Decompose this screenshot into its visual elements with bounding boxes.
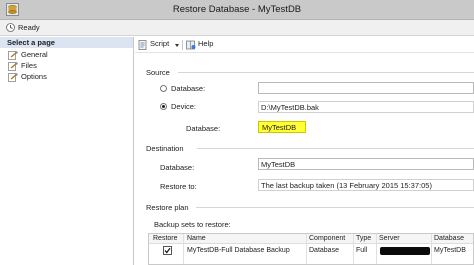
- backup-sets-grid: Restore Name Component Type Server Datab…: [148, 233, 474, 265]
- wrench-page-icon: [8, 51, 18, 60]
- restore-plan-section-label: Restore plan: [146, 203, 189, 212]
- type-cell: Full: [356, 247, 368, 254]
- backup-name-cell: MyTestDB-Full Database Backup: [187, 247, 290, 254]
- page-item-files[interactable]: Files: [8, 61, 118, 71]
- page-item-label: General: [21, 50, 48, 59]
- page-item-label: Options: [21, 72, 47, 81]
- checkmark-icon: [164, 247, 171, 254]
- page-selector-header: Select a page: [0, 37, 133, 48]
- grid-header-row: Restore Name Component Type Server Datab…: [149, 234, 473, 244]
- page-selector-title: Select a page: [7, 38, 55, 47]
- backup-sets-label: Backup sets to restore:: [154, 220, 231, 229]
- source-section-divider: [178, 72, 474, 73]
- toolbar-divider: [182, 40, 183, 50]
- source-database-dropdown[interactable]: [258, 82, 474, 94]
- destination-database-field[interactable]: MyTestDB: [258, 158, 474, 170]
- column-header-server[interactable]: Server: [379, 235, 400, 242]
- window-title: Restore Database - MyTestDB: [172, 4, 302, 15]
- database-source-radio[interactable]: [160, 85, 167, 92]
- ready-status-icon: [6, 23, 15, 32]
- column-header-component[interactable]: Component: [309, 235, 345, 242]
- column-header-type[interactable]: Type: [356, 235, 371, 242]
- script-button[interactable]: Script: [138, 39, 174, 51]
- window-titlebar[interactable]: Restore Database - MyTestDB: [0, 0, 474, 20]
- column-header-restore[interactable]: Restore: [153, 235, 178, 242]
- destination-section-label: Destination: [146, 144, 184, 153]
- toolbar: Script Help: [135, 37, 474, 53]
- component-cell: Database: [309, 247, 339, 254]
- page-item-options[interactable]: Options: [8, 72, 118, 82]
- table-row[interactable]: MyTestDB-Full Database Backup Database F…: [149, 245, 473, 257]
- device-source-radio[interactable]: [160, 103, 167, 110]
- column-header-name[interactable]: Name: [187, 235, 206, 242]
- destination-section-divider: [197, 148, 474, 149]
- restore-to-field[interactable]: The last backup taken (13 February 2015 …: [258, 179, 474, 191]
- wrench-page-icon: [8, 62, 18, 71]
- script-button-label: Script: [150, 39, 170, 48]
- server-cell-redacted: [380, 247, 430, 255]
- help-icon: [186, 40, 196, 50]
- source-database-field[interactable]: MyTestDB: [258, 121, 306, 133]
- source-section-label: Source: [146, 68, 170, 77]
- column-header-database[interactable]: Database: [434, 235, 464, 242]
- help-button[interactable]: Help: [186, 39, 218, 51]
- page-item-label: Files: [21, 61, 37, 70]
- restore-plan-section-divider: [196, 207, 474, 208]
- database-cell: MyTestDB: [434, 247, 466, 254]
- help-button-label: Help: [198, 39, 214, 48]
- status-text: Ready: [18, 23, 40, 32]
- restore-to-label: Restore to:: [160, 182, 197, 191]
- page-selector-pane: Select a page General Files Options: [0, 37, 134, 265]
- page-item-general[interactable]: General: [8, 50, 118, 60]
- script-icon: [138, 40, 147, 50]
- device-source-label: Device:: [171, 102, 197, 111]
- device-path-field[interactable]: D:\MyTestDB.bak: [258, 101, 474, 113]
- source-database-label: Database:: [186, 124, 221, 133]
- script-dropdown-chevron-down-icon[interactable]: [175, 44, 179, 47]
- status-bar: Ready: [0, 20, 474, 36]
- database-source-label: Database:: [171, 84, 206, 93]
- wrench-page-icon: [8, 73, 18, 82]
- restore-checkbox[interactable]: [163, 246, 172, 255]
- destination-database-label: Database:: [160, 163, 195, 172]
